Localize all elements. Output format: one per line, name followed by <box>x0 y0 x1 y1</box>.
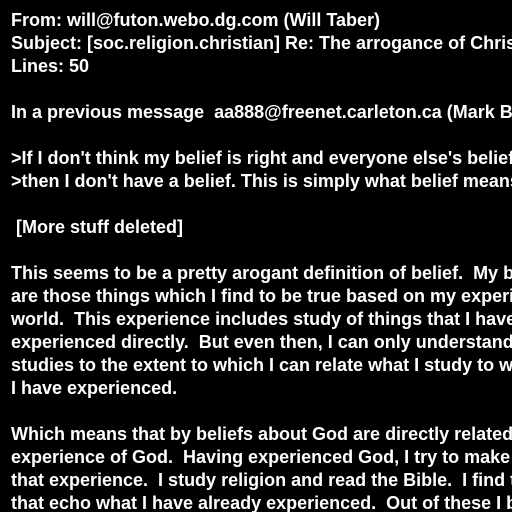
header-lines: Lines: 50 <box>11 56 90 76</box>
deleted-note: [More stuff deleted] <box>11 217 184 237</box>
body-line: Which means that by beliefs about God ar… <box>11 424 512 444</box>
body-line: This seems to be a pretty arogant defini… <box>11 263 512 283</box>
body-line: I have experienced. <box>11 378 178 398</box>
body-line: world. This experience includes study of… <box>11 309 512 329</box>
body-line: that echo what I have already experience… <box>11 493 512 512</box>
quoted-line: >If I don't think my belief is right and… <box>11 148 512 168</box>
body-line: experience of God. Having experienced Go… <box>11 447 511 467</box>
header-from: From: will@futon.webo.dg.com (Will Taber… <box>11 10 381 30</box>
body-line: that experience. I study religion and re… <box>11 470 512 490</box>
body-line: experienced directly. But even then, I c… <box>11 332 512 352</box>
header-subject: Subject: [soc.religion.christian] Re: Th… <box>11 33 512 53</box>
body-line: studies to the extent to which I can rel… <box>11 355 512 375</box>
quoted-line: >then I don't have a belief. This is sim… <box>11 171 512 191</box>
message-view: From: will@futon.webo.dg.com (Will Taber… <box>0 0 512 512</box>
attribution-line: In a previous message aa888@freenet.carl… <box>11 102 512 122</box>
body-line: are those things which I find to be true… <box>11 286 512 306</box>
